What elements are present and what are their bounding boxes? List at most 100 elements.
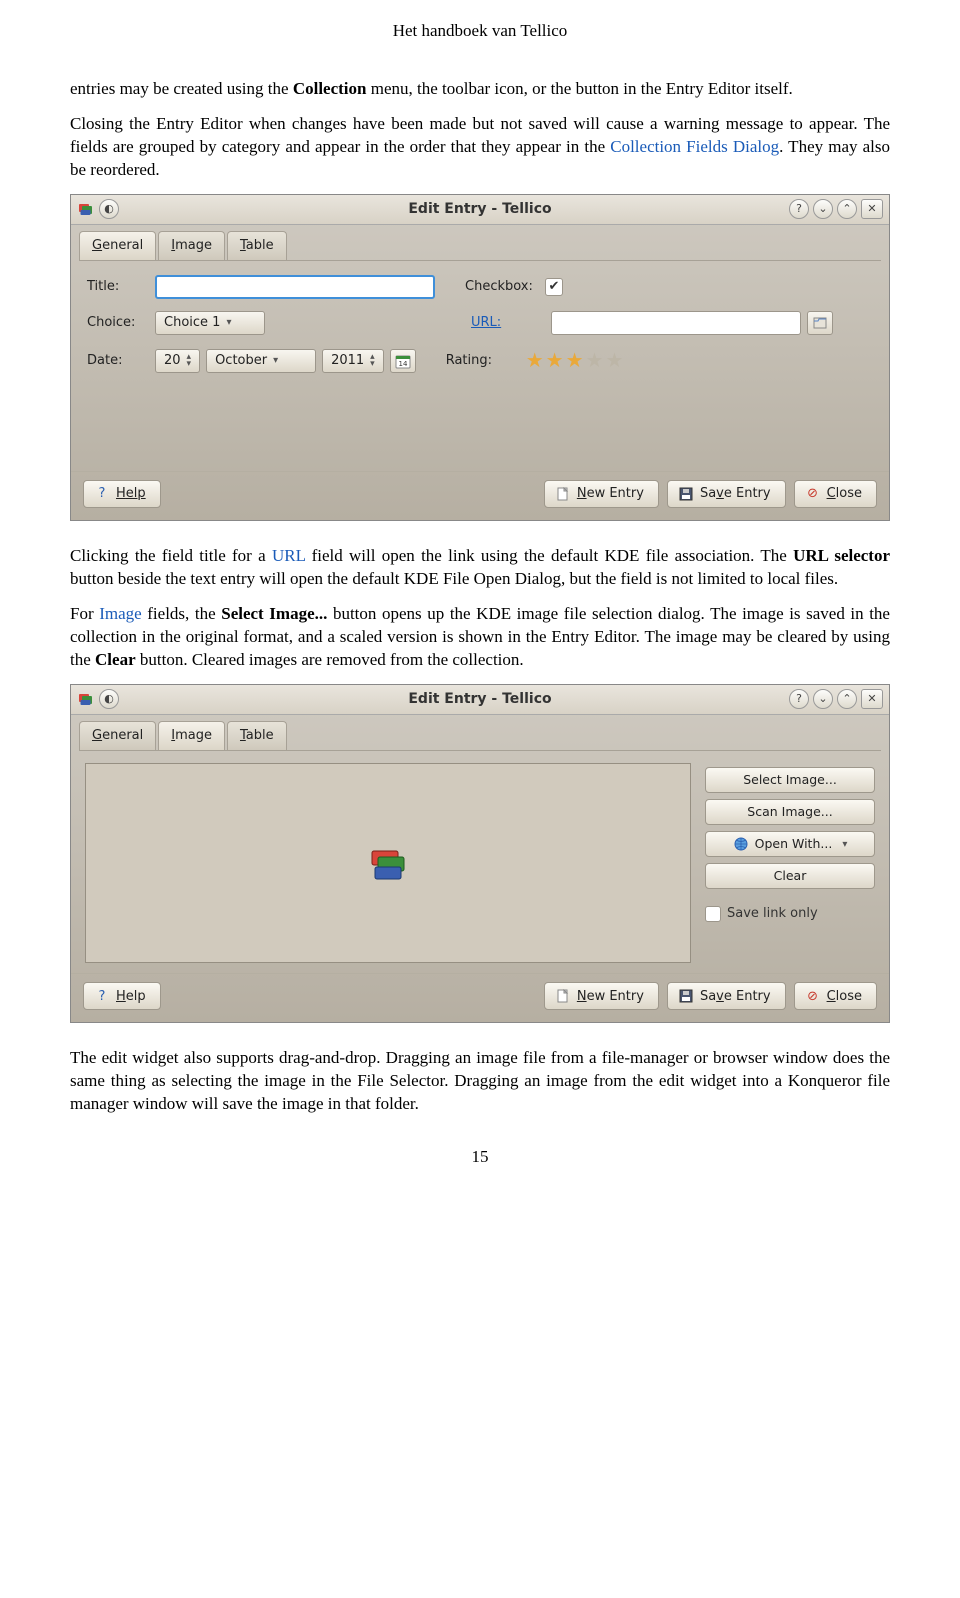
star-icon: ★: [605, 347, 623, 374]
minimize-button[interactable]: ⌄: [813, 689, 833, 709]
close-button[interactable]: ⊘ Close: [794, 982, 877, 1010]
image-buttons: Select Image... Scan Image... Open With.…: [705, 763, 875, 963]
label-choice: Choice:: [87, 314, 155, 332]
close-button[interactable]: ⊘ Close: [794, 480, 877, 508]
floppy-icon: [678, 988, 694, 1004]
screenshot-edit-entry-image: ◐ Edit Entry - Tellico ? ⌄ ⌃ ✕ General I…: [70, 684, 890, 1024]
app-icon: [77, 200, 95, 218]
image-area: Select Image... Scan Image... Open With.…: [71, 751, 889, 973]
tab-general[interactable]: General: [79, 721, 156, 751]
text-bold: Select Image...: [221, 604, 327, 623]
new-entry-label: New Entry: [577, 485, 644, 503]
text: Clicking the field title for a: [70, 546, 272, 565]
save-entry-button[interactable]: Save Entry: [667, 480, 786, 508]
text: entries may be created using the: [70, 79, 293, 98]
new-entry-button[interactable]: New Entry: [544, 982, 659, 1010]
label-date: Date:: [87, 352, 155, 370]
maximize-button[interactable]: ⌃: [837, 199, 857, 219]
button-bar: ? Help New Entry Save Entry ⊘ Close: [71, 973, 889, 1022]
rating-input[interactable]: ★ ★ ★ ★ ★: [526, 347, 624, 374]
new-entry-button[interactable]: New Entry: [544, 480, 659, 508]
date-month-select[interactable]: October ▾: [206, 349, 316, 373]
help-button-icon[interactable]: ?: [789, 199, 809, 219]
text: button. Cleared images are removed from …: [136, 650, 524, 669]
tab-bar: GGeneraleneral Image Table: [71, 225, 889, 261]
tab-table[interactable]: Table: [227, 721, 287, 751]
calendar-button[interactable]: 14: [390, 349, 416, 373]
window-titlebar: ◐ Edit Entry - Tellico ? ⌄ ⌃ ✕: [71, 685, 889, 715]
link-collection-fields-dialog[interactable]: Collection Fields Dialog: [610, 137, 779, 156]
window-menu-button[interactable]: ◐: [99, 689, 119, 709]
date-month-value: October: [215, 352, 267, 370]
window-close-button[interactable]: ✕: [861, 199, 883, 219]
date-day-spin[interactable]: 20 ▴▾: [155, 349, 200, 373]
text: For: [70, 604, 99, 623]
tab-table[interactable]: Table: [227, 231, 287, 261]
image-preview[interactable]: [85, 763, 691, 963]
tab-bar: General Image Table: [71, 715, 889, 751]
document-icon: [555, 988, 571, 1004]
scan-image-label: Scan Image...: [747, 804, 832, 821]
url-input[interactable]: [551, 311, 801, 335]
save-link-checkbox[interactable]: [705, 906, 721, 922]
page-header: Het handboek van Tellico: [70, 20, 890, 43]
form-area: Title: Checkbox: ✔ Choice: Choice 1 ▾ UR…: [71, 261, 889, 471]
new-entry-label: New Entry: [577, 988, 644, 1006]
date-year-value: 2011: [331, 352, 364, 370]
button-bar: ? Help New Entry Save Entry ⊘ Close: [71, 471, 889, 520]
maximize-button[interactable]: ⌃: [837, 689, 857, 709]
window-close-button[interactable]: ✕: [861, 689, 883, 709]
url-selector-button[interactable]: [807, 311, 833, 335]
label-checkbox: Checkbox:: [465, 278, 545, 296]
select-image-button[interactable]: Select Image...: [705, 767, 875, 793]
close-icon: ⊘: [805, 988, 821, 1004]
paragraph-1: entries may be created using the Collect…: [70, 78, 890, 101]
text: menu, the toolbar icon, or the button in…: [366, 79, 792, 98]
choice-value: Choice 1: [164, 314, 220, 332]
scan-image-button[interactable]: Scan Image...: [705, 799, 875, 825]
paragraph-4: For Image fields, the Select Image... bu…: [70, 603, 890, 672]
checkbox-input[interactable]: ✔: [545, 278, 563, 296]
minimize-button[interactable]: ⌄: [813, 199, 833, 219]
save-link-label: Save link only: [727, 905, 818, 923]
tab-general[interactable]: GGeneraleneral: [79, 231, 156, 261]
paragraph-3: Clicking the field title for a URL field…: [70, 545, 890, 591]
floppy-icon: [678, 486, 694, 502]
window-titlebar: ◐ Edit Entry - Tellico ? ⌄ ⌃ ✕: [71, 195, 889, 225]
star-icon: ★: [526, 347, 544, 374]
books-icon: [366, 841, 410, 885]
tab-image[interactable]: Image: [158, 721, 225, 751]
chevron-down-icon: ▾: [273, 354, 278, 368]
screenshot-edit-entry-general: ◐ Edit Entry - Tellico ? ⌄ ⌃ ✕ GGenerale…: [70, 194, 890, 522]
star-icon: ★: [586, 347, 604, 374]
select-image-label: Select Image...: [743, 772, 837, 789]
save-link-only-row: Save link only: [705, 905, 875, 923]
title-input[interactable]: [155, 275, 435, 299]
save-entry-button[interactable]: Save Entry: [667, 982, 786, 1010]
help-icon: ?: [94, 988, 110, 1004]
chevron-down-icon: ▾: [226, 316, 231, 330]
help-button-icon[interactable]: ?: [789, 689, 809, 709]
open-with-button[interactable]: Open With... ▾: [705, 831, 875, 857]
paragraph-5: The edit widget also supports drag-and-d…: [70, 1047, 890, 1116]
choice-select[interactable]: Choice 1 ▾: [155, 311, 265, 335]
close-icon: ⊘: [805, 486, 821, 502]
text-bold: Clear: [95, 650, 136, 669]
date-year-spin[interactable]: 2011 ▴▾: [322, 349, 384, 373]
label-rating: Rating:: [446, 352, 526, 370]
window-menu-button[interactable]: ◐: [99, 199, 119, 219]
tab-image[interactable]: Image: [158, 231, 225, 261]
window-title: Edit Entry - Tellico: [71, 690, 889, 709]
link-image[interactable]: Image: [99, 604, 141, 623]
help-button[interactable]: ? Help: [83, 480, 161, 508]
save-entry-label: Save Entry: [700, 485, 771, 503]
app-icon: [77, 690, 95, 708]
label-url[interactable]: URL:: [471, 314, 551, 332]
help-label: Help: [116, 988, 146, 1006]
star-icon: ★: [566, 347, 584, 374]
link-url[interactable]: URL: [272, 546, 305, 565]
help-button[interactable]: ? Help: [83, 982, 161, 1010]
close-label: Close: [827, 988, 862, 1006]
clear-button[interactable]: Clear: [705, 863, 875, 889]
star-icon: ★: [546, 347, 564, 374]
